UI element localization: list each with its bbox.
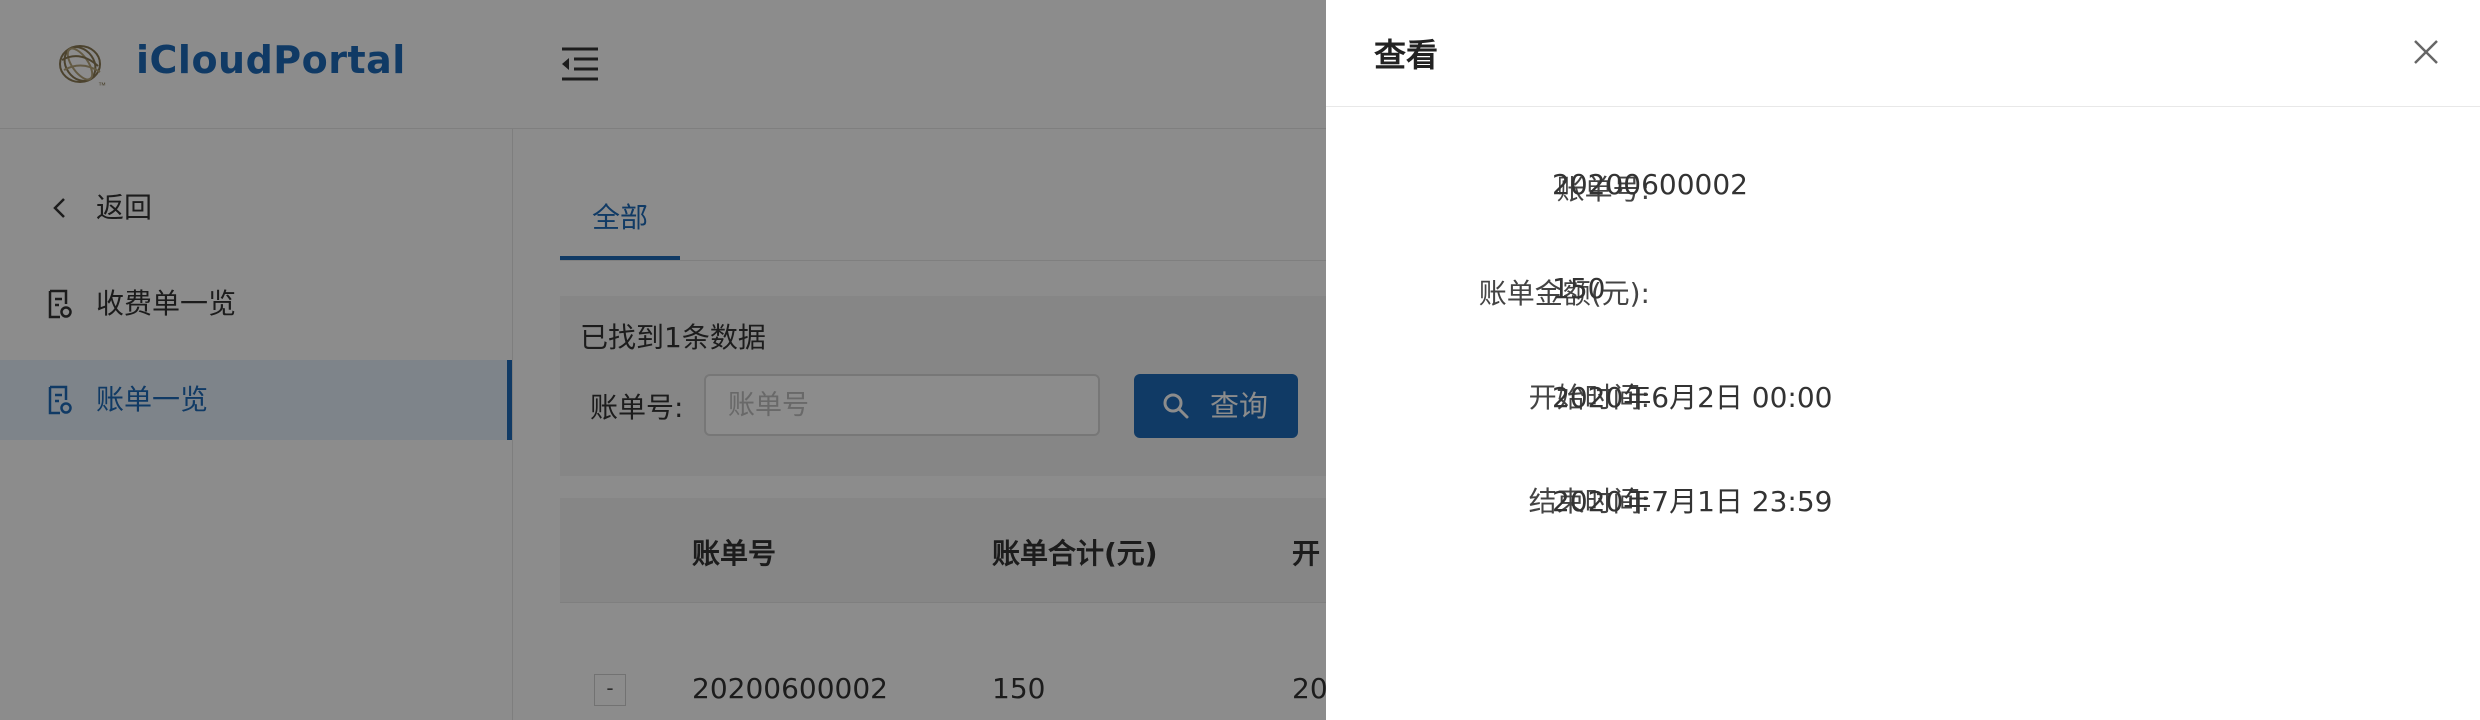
- drawer-title: 查看: [1374, 36, 1439, 74]
- detail-drawer: 查看 账单号: 20200600002 账单金额(元): 150 开始时间: 2…: [1326, 0, 2480, 720]
- field-value-amount: 150: [1552, 272, 1606, 305]
- field-value-end-time: 2020年7月1日 23:59: [1552, 485, 1833, 518]
- field-value-bill-no: 20200600002: [1552, 168, 1748, 201]
- field-label-amount: 账单金额(元):: [1478, 277, 1650, 310]
- close-icon[interactable]: [2412, 38, 2440, 66]
- drawer-header: 查看: [1326, 0, 2480, 107]
- field-value-start-time: 2020年6月2日 00:00: [1552, 381, 1833, 414]
